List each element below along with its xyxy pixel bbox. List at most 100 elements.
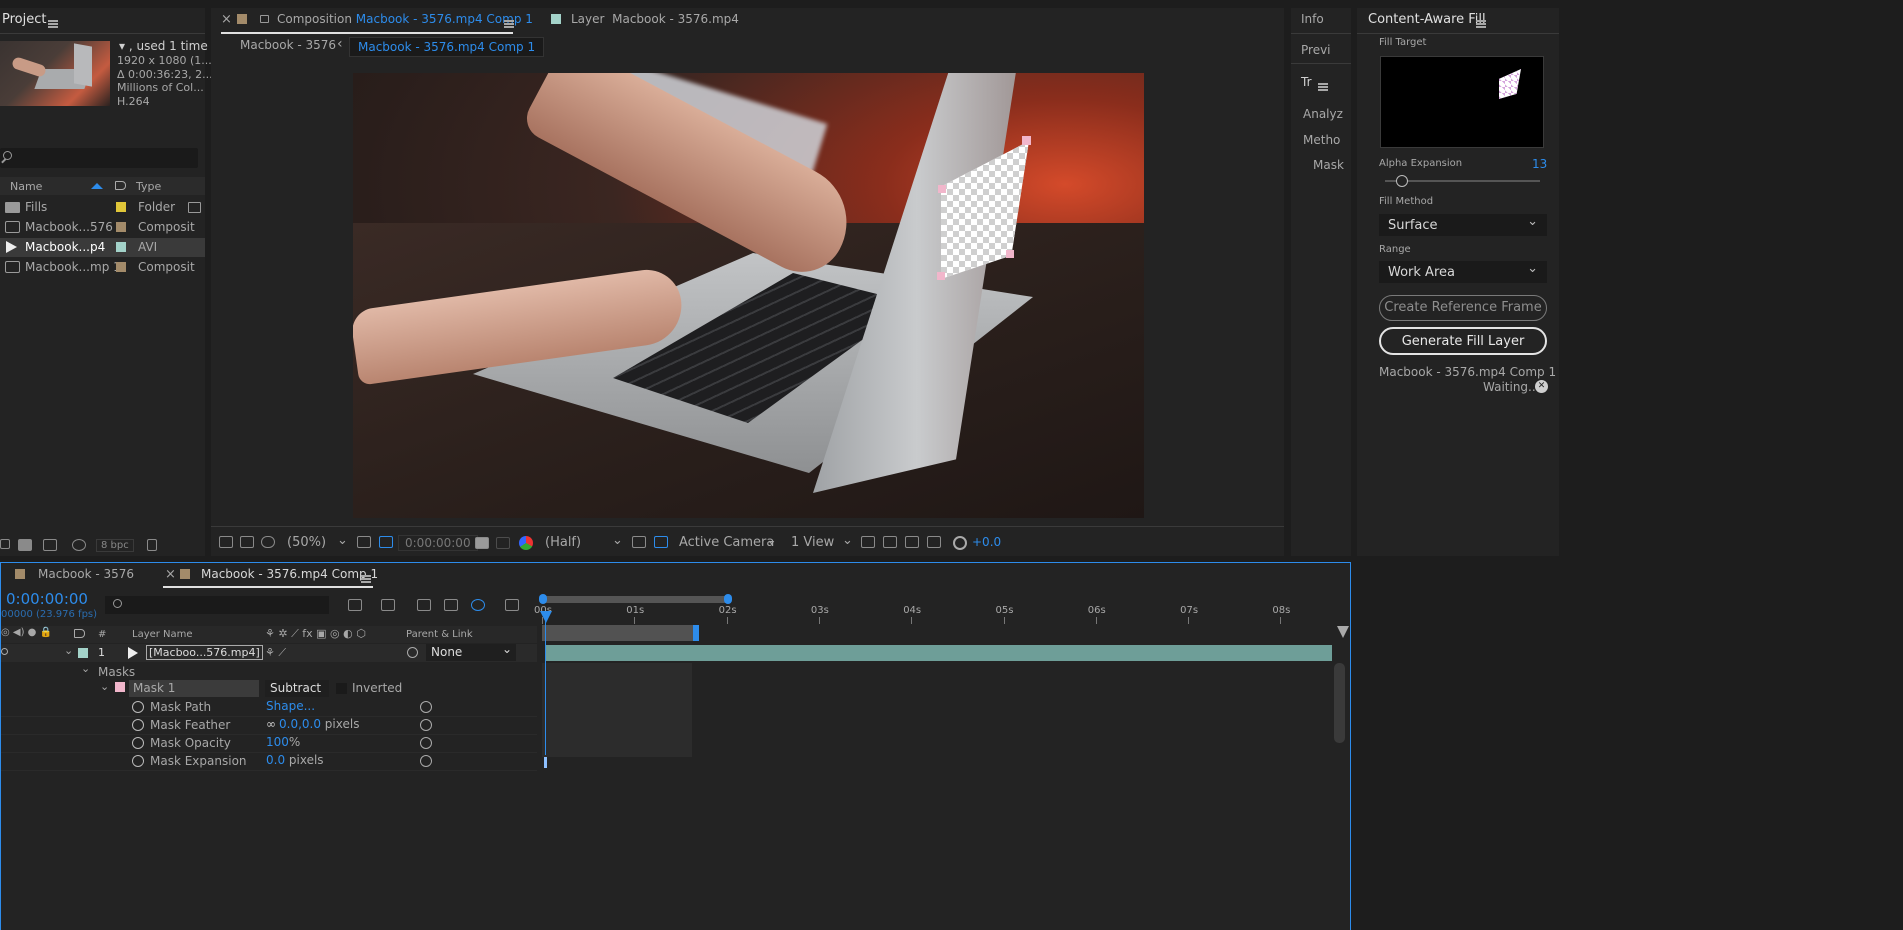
composition-menu-icon[interactable] — [504, 19, 514, 28]
timeline-tab-macbook[interactable]: Macbook - 3576 — [38, 567, 134, 581]
tab-close-icon[interactable]: × — [221, 12, 232, 27]
work-area-end-handle[interactable] — [724, 594, 732, 604]
resolution-dropdown[interactable]: (Half) — [545, 535, 581, 550]
label-tag-icon[interactable] — [74, 629, 85, 638]
label-color-swatch[interactable] — [116, 262, 126, 272]
toggle-pixel-aspect-icon[interactable] — [861, 536, 875, 548]
chevron-down-icon[interactable]: ⌄ — [337, 533, 348, 548]
layer-tab[interactable]: Layer Macbook - 3576.mp4 — [571, 12, 739, 26]
create-reference-frame-button[interactable]: Create Reference Frame — [1379, 295, 1547, 321]
expression-pickwhip-icon[interactable] — [420, 701, 432, 713]
composition-viewport[interactable] — [353, 73, 1144, 518]
render-bar-end[interactable] — [693, 625, 699, 641]
timeline-icon[interactable] — [905, 536, 919, 548]
sort-up-icon[interactable] — [91, 183, 103, 189]
reset-exposure-icon[interactable] — [953, 536, 967, 550]
layer-row[interactable]: ⌄ 1 [Macboo...576.mp4] ⚘ ⟋ None ⌄ — [1, 642, 537, 662]
mask-expand-icon[interactable]: ⌄ — [100, 680, 109, 693]
lock-icon[interactable] — [260, 15, 269, 23]
property-value-number[interactable]: 0.0,0.0 — [279, 717, 321, 731]
project-panel-title[interactable]: Project — [2, 12, 46, 27]
composition-tab[interactable]: Composition Macbook - 3576.mp4 Comp 1 — [277, 12, 533, 26]
trash-icon[interactable] — [147, 539, 157, 551]
frame-blending-icon[interactable] — [444, 599, 458, 611]
project-search-input[interactable] — [0, 148, 198, 168]
draft-3d-icon[interactable] — [381, 599, 395, 611]
flowchart-icon[interactable] — [927, 536, 941, 548]
breadcrumb-arrow-icon[interactable]: ‹ — [337, 36, 343, 52]
project-list-item[interactable]: Macbook...mp 1 Composit — [0, 258, 205, 277]
caf-menu-icon[interactable] — [1476, 19, 1486, 28]
tab-close-icon[interactable]: × — [165, 567, 176, 582]
work-area-start-handle[interactable] — [539, 594, 547, 604]
new-folder-icon[interactable] — [18, 539, 32, 551]
mask-vertex-handle[interactable] — [938, 185, 946, 193]
property-value-number[interactable]: Shape... — [266, 699, 315, 713]
mask-vertex-handle[interactable] — [1006, 250, 1014, 258]
alpha-expansion-value[interactable]: 13 — [1532, 157, 1547, 171]
project-list-item[interactable]: Macbook...p4 AVI — [0, 238, 205, 257]
region-of-interest-icon[interactable] — [632, 536, 646, 548]
column-parent-link[interactable]: Parent & Link — [406, 629, 473, 640]
property-value-number[interactable]: 0.0 — [266, 753, 285, 767]
chevron-down-icon[interactable]: ⌄ — [842, 533, 853, 548]
keyframe-marker[interactable] — [544, 756, 547, 768]
property-value[interactable]: 0.0 pixels — [266, 753, 324, 767]
label-color-swatch[interactable] — [116, 222, 126, 232]
mask-vertex-handle[interactable] — [1022, 136, 1031, 145]
alpha-expansion-slider-track[interactable] — [1385, 180, 1540, 182]
property-value[interactable]: 100% — [266, 735, 300, 749]
motion-blur-icon[interactable] — [471, 599, 485, 611]
masks-group[interactable]: Masks — [98, 665, 135, 679]
camera-dropdown[interactable]: Active Camera — [679, 535, 774, 550]
info-tab[interactable]: Info — [1301, 12, 1324, 26]
bpc-label[interactable]: 8 bpc — [96, 539, 134, 552]
current-time-display[interactable]: 0:00:00:00 — [398, 535, 478, 551]
timeline-scrollbar[interactable] — [1334, 663, 1345, 743]
project-menu-icon[interactable] — [48, 19, 58, 28]
toggle-transparency-icon[interactable] — [654, 536, 668, 548]
constrain-link-icon[interactable]: ∞ — [266, 717, 276, 731]
playhead-handle[interactable] — [540, 611, 552, 623]
timeline-search-input[interactable] — [105, 596, 329, 614]
timeline-timecode[interactable]: 0:00:00:00 — [6, 590, 88, 608]
project-list-item[interactable]: Macbook...576 Composit — [0, 218, 205, 237]
shy-layers-icon[interactable] — [417, 599, 431, 611]
layer-name[interactable]: [Macboo...576.mp4] — [146, 645, 263, 660]
expression-pickwhip-icon[interactable] — [420, 737, 432, 749]
zoom-dropdown[interactable]: (50%) — [287, 535, 326, 550]
expand-chevron-icon[interactable]: ⌄ — [64, 644, 73, 657]
tracker-menu-icon[interactable] — [1318, 82, 1328, 91]
project-list-item[interactable]: Fills Folder — [0, 198, 205, 217]
masks-expand-icon[interactable]: ⌄ — [81, 662, 90, 675]
label-color-swatch[interactable] — [116, 202, 126, 212]
timeline-tab-comp[interactable]: Macbook - 3576.mp4 Comp 1 — [201, 567, 378, 581]
end-marker-icon[interactable] — [1337, 626, 1349, 638]
label-tag-icon[interactable] — [115, 181, 126, 190]
timeline-menu-icon[interactable] — [361, 574, 371, 583]
grid-icon[interactable] — [357, 536, 371, 548]
pick-whip-icon[interactable] — [407, 647, 418, 658]
channel-color-icon[interactable] — [519, 536, 533, 550]
stopwatch-icon[interactable] — [132, 737, 144, 749]
preview-tab[interactable]: Previ — [1301, 43, 1331, 57]
project-settings-icon[interactable] — [72, 539, 86, 551]
range-dropdown[interactable]: Work Area — [1379, 261, 1547, 283]
snapshot-camera-icon[interactable] — [475, 537, 489, 549]
layer-switch-icons[interactable]: ⚘ ⟋ — [265, 646, 286, 660]
property-value-number[interactable]: 100 — [266, 735, 289, 749]
always-preview-icon[interactable] — [219, 536, 233, 548]
video-visibility-icon[interactable] — [1, 648, 8, 655]
inverted-checkbox[interactable] — [336, 683, 347, 694]
comp-mini-flowchart-icon[interactable] — [348, 599, 362, 611]
layer-duration-bar[interactable] — [546, 645, 1332, 661]
column-type[interactable]: Type — [136, 180, 161, 193]
column-name[interactable]: Name — [10, 180, 42, 193]
chevron-down-icon[interactable]: ⌄ — [766, 533, 777, 548]
expression-pickwhip-icon[interactable] — [420, 719, 432, 731]
new-composition-icon[interactable] — [43, 539, 57, 551]
av-switches-icon[interactable]: ◎ ◀) ● 🔒 — [1, 627, 52, 638]
expression-pickwhip-icon[interactable] — [420, 755, 432, 767]
stopwatch-icon[interactable] — [132, 701, 144, 713]
caf-title[interactable]: Content-Aware Fill — [1368, 12, 1486, 27]
